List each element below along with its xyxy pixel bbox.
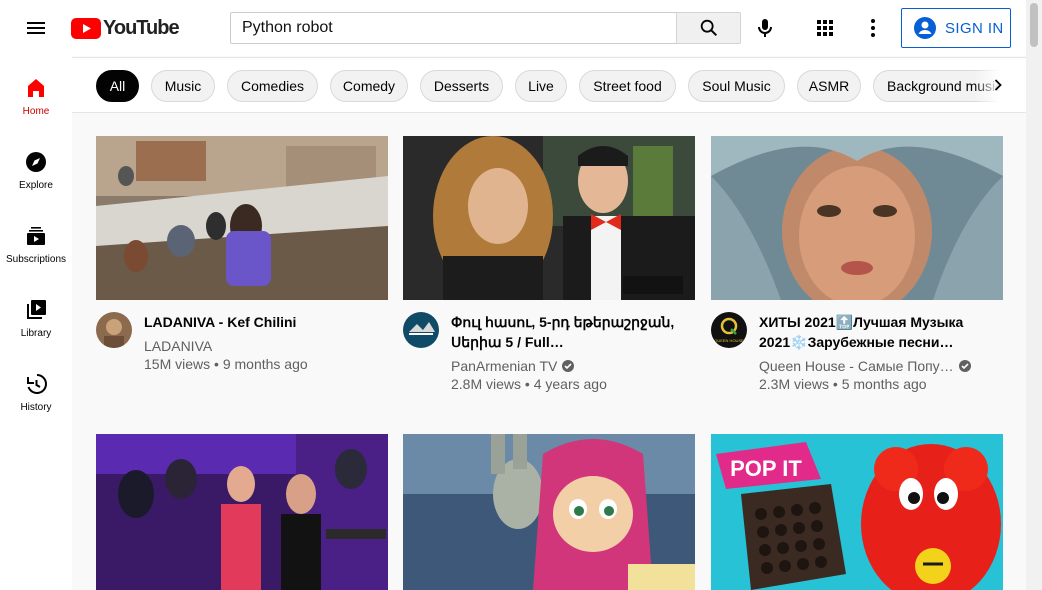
hamburger-menu-icon[interactable]	[24, 16, 48, 40]
chip-soul-music[interactable]: Soul Music	[688, 70, 785, 102]
home-icon	[28, 79, 44, 97]
sidebar-item-label: Subscriptions	[5, 254, 67, 265]
sidebar-item-label: Explore	[19, 180, 53, 191]
video-title[interactable]: LADANIVA - Kef Chilini	[144, 312, 374, 332]
mini-guide-sidebar: Home Explore Subscriptions Library Histo…	[0, 56, 72, 590]
voice-search-mic-icon[interactable]	[753, 16, 777, 40]
channel-avatar[interactable]	[96, 312, 132, 348]
chip-street-food[interactable]: Street food	[579, 70, 676, 102]
search-button[interactable]	[676, 12, 741, 44]
sidebar-item-label: Home	[22, 106, 50, 117]
more-options-icon[interactable]	[861, 16, 885, 40]
page-scrollbar-track[interactable]	[1026, 0, 1042, 590]
video-thumbnail[interactable]: POP IT	[711, 434, 1003, 590]
queen-house-avatar-text: QUEEN HOUSE	[714, 338, 744, 343]
upload-age: 5 months ago	[841, 376, 927, 392]
sidebar-item-subscriptions[interactable]: Subscriptions	[0, 204, 72, 278]
verified-badge-icon	[958, 360, 971, 372]
chip-all[interactable]: All	[96, 70, 139, 102]
search-input[interactable]	[242, 19, 677, 37]
sign-in-button[interactable]: SIGN IN	[901, 8, 1011, 48]
view-count: 2.8M views	[451, 376, 522, 392]
sidebar-item-label: Library	[20, 328, 52, 339]
channel-name[interactable]: PanArmenian TV	[451, 356, 575, 376]
video-title[interactable]: Փուլ հասու, 5-րդ եթերաշրջան, Սերիա 5 / F…	[451, 312, 681, 352]
account-circle-icon	[914, 17, 936, 39]
subscriptions-icon	[27, 227, 45, 245]
verified-badge-icon	[562, 360, 575, 372]
video-meta: 15M views • 9 months ago	[144, 356, 308, 372]
chip-asmr[interactable]: ASMR	[797, 70, 861, 102]
video-thumbnail[interactable]	[403, 136, 695, 300]
top-bar: YouTube SIGN IN	[0, 0, 1042, 56]
view-count: 15M views	[144, 356, 211, 372]
logo-text: YouTube	[103, 17, 180, 39]
chip-comedy[interactable]: Comedy	[330, 70, 408, 102]
chip-live[interactable]: Live	[515, 70, 567, 102]
chip-filter-bar: All Music Comedies Comedy Desserts Live …	[72, 57, 1026, 113]
sidebar-item-library[interactable]: Library	[0, 278, 72, 352]
sidebar-item-explore[interactable]: Explore	[0, 130, 72, 204]
channel-name[interactable]: Queen House - Самые Попу…	[759, 356, 972, 376]
apps-grid-icon[interactable]	[813, 16, 837, 40]
upload-age: 4 years ago	[533, 376, 607, 392]
channel-avatar[interactable]	[403, 312, 439, 348]
video-thumbnail[interactable]	[96, 136, 388, 300]
video-thumbnail[interactable]	[711, 136, 1003, 300]
compass-icon	[26, 152, 46, 172]
library-icon	[27, 300, 46, 319]
sidebar-item-label: History	[20, 402, 52, 413]
channel-name-text[interactable]: LADANIVA	[144, 336, 212, 356]
search-field[interactable]	[230, 12, 677, 44]
sidebar-item-history[interactable]: History	[0, 352, 72, 426]
pop-it-text: POP IT	[730, 456, 802, 481]
channel-name-text[interactable]: Queen House - Самые Попу…	[759, 356, 954, 376]
youtube-play-icon	[71, 18, 101, 39]
chip-comedies[interactable]: Comedies	[227, 70, 318, 102]
sign-in-label: SIGN IN	[945, 19, 1004, 37]
chip-desserts[interactable]: Desserts	[420, 70, 503, 102]
video-meta: 2.3M views • 5 months ago	[759, 376, 927, 392]
chevron-right-icon[interactable]	[986, 73, 1010, 97]
channel-name-text[interactable]: PanArmenian TV	[451, 356, 557, 376]
search-icon	[700, 19, 717, 37]
channel-avatar[interactable]: QUEEN HOUSE	[711, 312, 747, 348]
video-meta: 2.8M views • 4 years ago	[451, 376, 607, 392]
sidebar-item-home[interactable]: Home	[0, 56, 72, 130]
view-count: 2.3M views	[759, 376, 830, 392]
history-icon	[27, 374, 47, 394]
video-title[interactable]: ХИТЫ 2021🔝Лучшая Музыка 2021❄️Зарубежные…	[759, 312, 989, 352]
upload-age: 9 months ago	[222, 356, 308, 372]
video-thumbnail[interactable]	[403, 434, 695, 590]
channel-name[interactable]: LADANIVA	[144, 336, 212, 356]
video-thumbnail[interactable]	[96, 434, 388, 590]
page-scrollbar-thumb[interactable]	[1030, 3, 1038, 47]
youtube-logo[interactable]: YouTube	[71, 17, 180, 40]
chip-music[interactable]: Music	[151, 70, 215, 102]
